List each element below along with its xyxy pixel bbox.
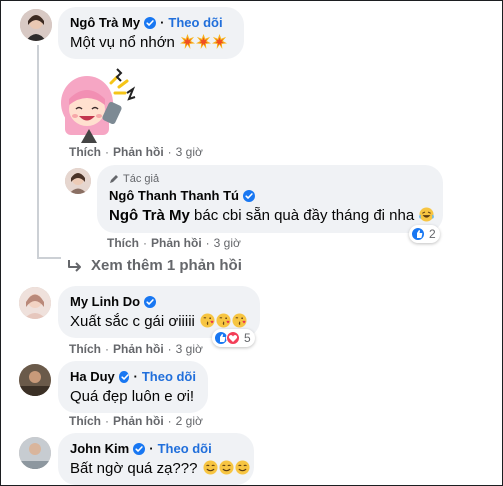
comment-text: Bất ngờ quá zạ???: [70, 459, 242, 479]
smiling-emoji-icon: [235, 460, 250, 475]
smiling-emoji-icon: [203, 460, 218, 475]
timestamp[interactable]: 3 giờ: [214, 236, 241, 250]
reply-arrow-icon: [68, 259, 81, 272]
like-button[interactable]: Thích: [107, 236, 139, 250]
author-badge: Tác giả: [109, 173, 431, 185]
separator-dot: ·: [105, 414, 109, 428]
commenter-name[interactable]: Ngô Trà My: [70, 15, 140, 31]
follow-button[interactable]: Theo dõi: [168, 15, 222, 31]
view-more-replies-button[interactable]: Xem thêm 1 phản hồi: [67, 257, 242, 274]
reaction-count: 2: [429, 227, 436, 241]
comment-actions: Thích · Phản hồi · 2 giờ: [69, 414, 203, 428]
comment-actions: Thích · Phản hồi · 3 giờ: [69, 145, 203, 159]
follow-button[interactable]: Theo dõi: [142, 369, 196, 385]
separator-dot: ·: [160, 15, 165, 30]
reaction-count: 5: [244, 331, 251, 345]
separator-dot: ·: [205, 236, 210, 250]
avatar[interactable]: [19, 437, 51, 469]
commenter-name[interactable]: Ha Duy: [70, 369, 115, 385]
sticker-image: [51, 59, 141, 147]
separator-dot: ·: [105, 342, 109, 356]
commenter-name[interactable]: Ngô Thanh Thanh Tú: [109, 188, 239, 204]
kiss-emoji-icon: [216, 313, 231, 328]
avatar[interactable]: [65, 168, 91, 194]
comment-bubble: John Kim · Theo dõi Bất ngờ quá zạ???: [58, 433, 254, 485]
verified-badge-icon: [133, 443, 146, 455]
laughing-emoji-icon: [419, 207, 434, 222]
reaction-summary[interactable]: 5: [212, 329, 255, 347]
separator-dot: ·: [167, 414, 172, 428]
verified-badge-icon: [118, 371, 130, 383]
like-button[interactable]: Thích: [69, 342, 101, 356]
comment-text-body: Một vụ nổ nhớn: [70, 34, 175, 51]
comment-actions: Thích · Phản hồi · 3 giờ: [69, 342, 203, 356]
comment-bubble: Ha Duy · Theo dõi Quá đẹp luôn e ơi!: [58, 361, 208, 413]
verified-badge-icon: [144, 17, 157, 29]
comment-text-body: bác cbi sẵn quà đầy tháng đi nha: [189, 207, 415, 224]
comment-text-body: Quá đẹp luôn e ơi!: [70, 388, 195, 405]
kiss-emoji-icon: [232, 313, 247, 328]
kiss-emoji-icon: [200, 313, 215, 328]
reaction-summary[interactable]: 2: [409, 225, 440, 243]
commenter-name[interactable]: My Linh Do: [70, 294, 140, 310]
smiling-emoji-icon: [219, 460, 234, 475]
comment-text: Ngô Trà My bác cbi sẵn quà đầy tháng đi …: [109, 206, 431, 226]
author-badge-label: Tác giả: [123, 173, 160, 185]
pen-icon: [110, 175, 118, 183]
thread-line: [37, 257, 61, 259]
like-button[interactable]: Thích: [69, 145, 101, 159]
love-reaction-icon: [226, 331, 240, 345]
comment-text: Quá đẹp luôn e ơi!: [70, 387, 196, 407]
separator-dot: ·: [167, 145, 172, 159]
reply-button[interactable]: Phản hồi: [113, 342, 164, 356]
reply-button[interactable]: Phản hồi: [113, 145, 164, 159]
reply-button[interactable]: Phản hồi: [113, 414, 164, 428]
separator-dot: ·: [133, 369, 138, 384]
avatar[interactable]: [19, 287, 51, 319]
comment-bubble: Tác giả Ngô Thanh Thanh Tú Ngô Trà My bá…: [97, 165, 443, 233]
commenter-name[interactable]: John Kim: [70, 441, 129, 457]
like-reaction-icon: [411, 227, 425, 241]
verified-badge-icon: [242, 190, 255, 202]
mention-link[interactable]: Ngô Trà My: [109, 207, 190, 224]
timestamp[interactable]: 3 giờ: [176, 145, 203, 159]
timestamp[interactable]: 3 giờ: [176, 342, 203, 356]
boom-icon: [180, 34, 195, 49]
separator-dot: ·: [149, 441, 154, 456]
comment-text: Một vụ nổ nhớn: [70, 33, 232, 53]
avatar[interactable]: [19, 364, 51, 396]
boom-icon: [196, 34, 211, 49]
thread-line: [37, 45, 39, 259]
boom-icon: [212, 34, 227, 49]
view-more-label: Xem thêm 1 phản hồi: [91, 257, 242, 274]
comment-bubble: Ngô Trà My · Theo dõi Một vụ nổ nhớn: [58, 7, 244, 59]
separator-dot: ·: [105, 145, 109, 159]
separator-dot: ·: [167, 342, 172, 356]
follow-button[interactable]: Theo dõi: [158, 441, 212, 457]
reply-button[interactable]: Phản hồi: [151, 236, 202, 250]
avatar[interactable]: [20, 9, 52, 41]
comment-text-body: Bất ngờ quá zạ???: [70, 460, 198, 477]
comment-actions: Thích · Phản hồi · 3 giờ: [107, 236, 241, 250]
comment-text-body: Xuất sắc c gái ơiiiii: [70, 313, 195, 330]
verified-badge-icon: [144, 296, 157, 308]
separator-dot: ·: [143, 236, 147, 250]
like-button[interactable]: Thích: [69, 414, 101, 428]
timestamp[interactable]: 2 giờ: [176, 414, 203, 428]
